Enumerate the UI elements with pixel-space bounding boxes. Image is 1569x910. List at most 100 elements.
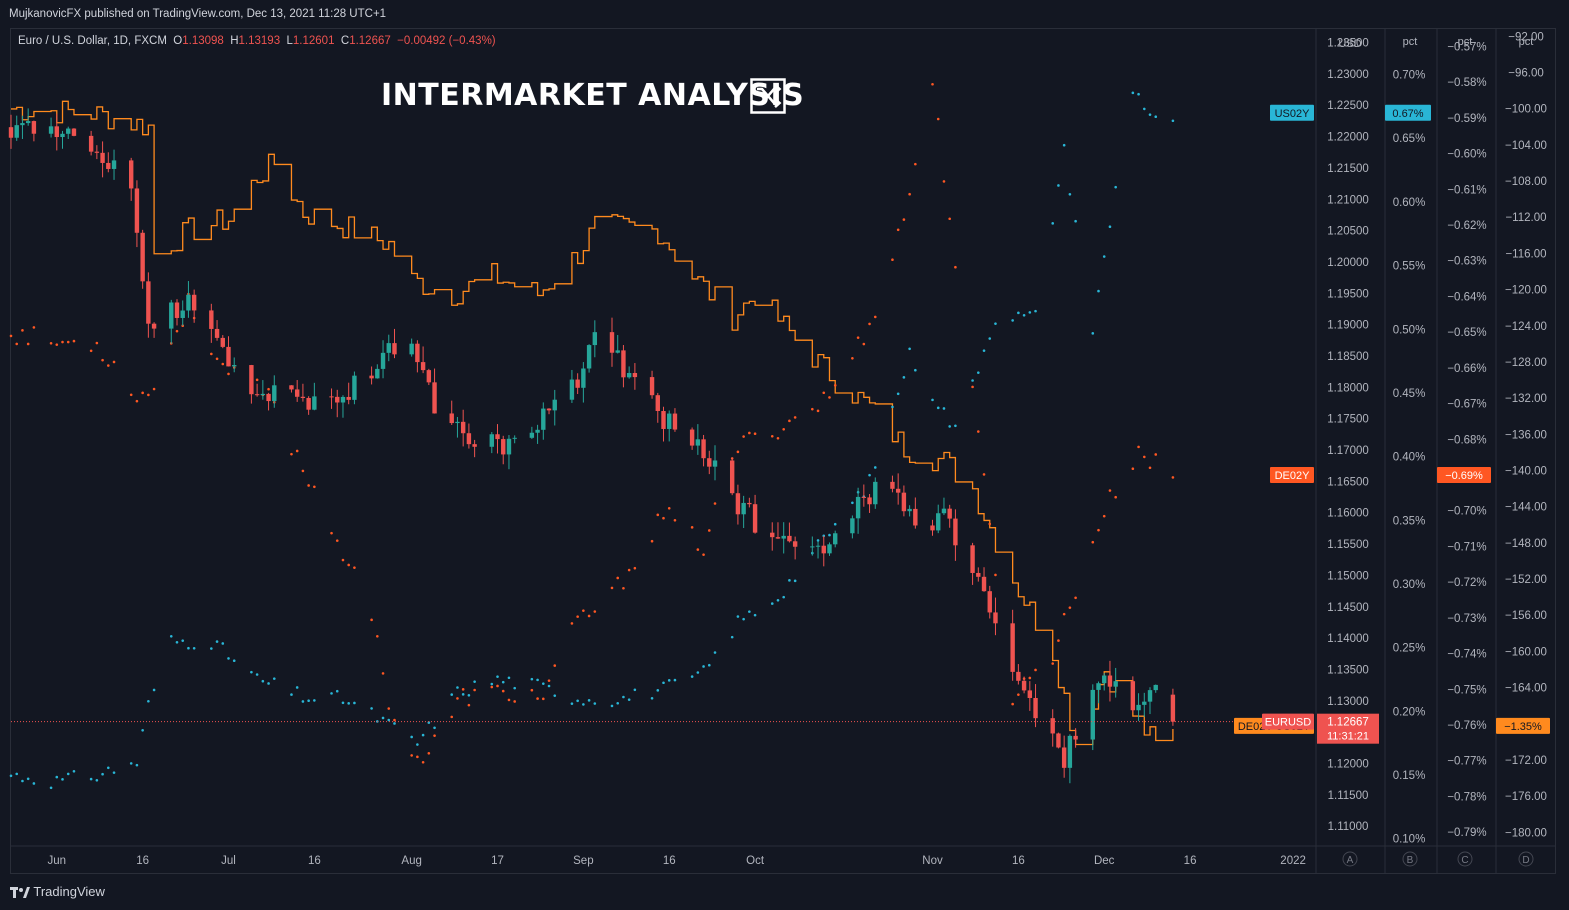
axis-b-tick: 0.40% [1393,452,1426,464]
axis-d-tick: −164.00 [1505,683,1547,695]
de02y-point [742,435,745,438]
axis-a-tick: 1.21000 [1327,194,1369,206]
candle-body [626,373,632,378]
chart-canvas[interactable]: USD1.235001.230001.225001.220001.215001.… [0,0,1569,910]
series-eurusd [8,108,1316,784]
de02y-point [461,688,465,691]
axis-a-tick: 1.14500 [1327,602,1369,614]
candle-body [930,525,935,531]
us02y-point [570,702,574,705]
us02y-point [982,349,986,352]
us02y-point [1097,289,1100,293]
de02y-point [633,566,637,570]
candle-body [254,394,260,396]
de02y-point [622,586,625,590]
us02y-point [673,678,677,682]
low-value: 1.12601 [292,35,335,47]
time-tick: 17 [491,855,504,867]
candle-body [535,429,540,433]
de02y-point [948,217,951,221]
de02y-point [891,258,894,262]
shuffle-icon [750,78,786,114]
candle-body [226,346,231,367]
candle-body [827,544,832,554]
us02y-point [622,695,625,699]
candle-body [369,375,374,379]
us02y-point [610,704,614,708]
us02y-point [341,701,345,705]
candle-body [134,188,140,233]
de02y-point [582,609,585,612]
candle-body [1056,733,1061,748]
de02y-point [593,610,597,613]
us02y-point [536,678,539,682]
candle-body [672,413,678,430]
de02y-point [152,387,156,391]
us02y-point [387,718,391,722]
candle-body [735,493,741,515]
candle-body [592,332,598,346]
candle-body [707,458,712,467]
axis-c-tick: −0.63% [1447,256,1486,268]
us02y-point [1074,219,1077,223]
us02y-point [450,693,454,696]
de02y-point [570,622,574,625]
axis-b-tick: 0.65% [1393,133,1426,145]
candle-body [214,328,220,338]
candle-body [472,444,477,447]
candle-body [752,504,758,533]
time-tick: Aug [401,855,421,867]
us02y-point [410,735,413,739]
axis-c-tick: −0.70% [1447,506,1486,518]
candle-body [100,152,105,163]
axis-c-tick: −0.61% [1447,184,1486,196]
de02y-point [788,419,791,423]
axis-c-tick: −0.62% [1447,220,1486,232]
us02y-point [1142,107,1146,111]
candle-body [890,481,895,489]
us02y-point [656,689,660,692]
de02y-point [776,436,780,440]
de02y-point [673,518,677,522]
brand[interactable]: TradingView [10,884,105,899]
de02y-point [467,703,471,707]
candle-body [787,535,792,542]
candle-body [1130,681,1136,711]
us02y-point [72,769,76,773]
axis-a-tick: 1.23000 [1327,69,1369,81]
de02y-point [616,576,620,580]
us02y-point [1011,319,1014,322]
candle-body [976,572,981,577]
us02y-point [616,701,620,705]
series-de02y [9,82,1175,764]
candle-body [649,377,655,396]
candle-body [426,370,432,383]
candle-body [25,121,31,124]
us02y-point [227,657,230,660]
de02y-point [862,342,866,346]
de02y-point [135,399,139,403]
axis-b-tick: 0.15% [1393,770,1426,782]
candle-body [415,343,420,363]
axis-d-tick: −132.00 [1505,393,1547,405]
time-tick: 16 [1184,855,1197,867]
de02y-point [450,715,454,719]
de02y-point [851,356,854,360]
candle-body [775,537,781,539]
de02y-point [816,409,820,413]
candle-body [1073,735,1078,740]
candle-body [747,502,752,505]
de02y-point [1154,453,1158,456]
us02y-point [370,707,373,710]
candle-body [249,365,254,395]
us02y-point [713,651,717,654]
us02y-point [1171,119,1175,123]
us02y-point [330,692,333,695]
us02y-point [748,610,751,613]
us02y-point [948,425,951,428]
us02y-point [542,682,545,685]
de02y-point [1017,693,1020,696]
axis-a-tick: 1.19000 [1327,320,1369,332]
axis-b-tick: 0.25% [1393,643,1426,655]
series-us02y [9,91,1175,790]
